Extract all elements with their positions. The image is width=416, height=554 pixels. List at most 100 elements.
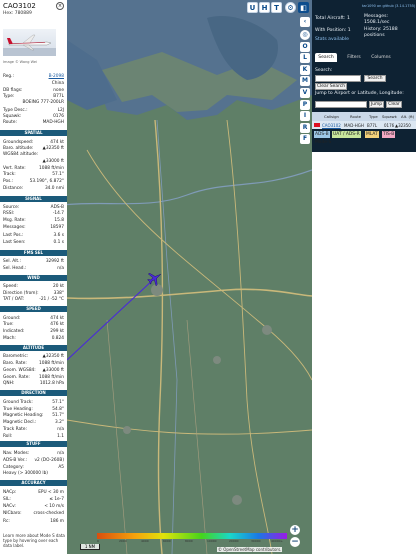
- aircraft-table-header: Callsign Route Type Squawk Alt. (ft): [312, 112, 416, 121]
- info-row: Sel. Head.: n/a: [3, 266, 64, 271]
- map-button-l[interactable]: L: [300, 53, 310, 63]
- map-button-h[interactable]: H: [259, 2, 270, 13]
- target-icon[interactable]: ◎: [300, 30, 310, 40]
- aircraft-photo[interactable]: [3, 29, 56, 56]
- column-header-callsign[interactable]: Callsign: [324, 114, 339, 119]
- source-pill-adsb: ADS-B: [314, 131, 330, 138]
- info-row: NACp: EPU < 30 m: [3, 490, 64, 495]
- layers-icon[interactable]: ◧: [298, 2, 309, 13]
- route-row: Route: MAD-HGH: [3, 120, 64, 125]
- jump-input[interactable]: [315, 101, 367, 108]
- clear-button[interactable]: Clear: [386, 101, 402, 108]
- map-button-v[interactable]: V: [300, 88, 310, 98]
- legend-label: 8000: [185, 539, 193, 543]
- legend-label: 10000: [207, 539, 217, 543]
- row-type: B77L: [367, 123, 378, 128]
- section-accuracy: ACCURACY: [0, 480, 67, 486]
- zoom-in-button[interactable]: +: [290, 525, 300, 535]
- reg-link[interactable]: B-2098: [49, 74, 64, 79]
- map-button-m[interactable]: M: [300, 76, 310, 86]
- map-button-t[interactable]: T: [271, 2, 282, 13]
- legend-label: 2000: [119, 539, 127, 543]
- source-pill-mlat: MLAT: [365, 131, 379, 138]
- map-button-o[interactable]: O: [300, 42, 310, 52]
- country-flag-icon: [314, 123, 320, 127]
- info-row: Rc: 186 m: [3, 519, 64, 524]
- info-row: WGS84 altitude:: [3, 152, 39, 157]
- map-button-k[interactable]: K: [300, 65, 310, 75]
- map-button-i[interactable]: I: [300, 111, 310, 121]
- column-header-type[interactable]: Type: [369, 114, 378, 119]
- search-input[interactable]: [315, 75, 361, 82]
- info-row: Last Seen: 0.1 s: [3, 240, 64, 245]
- info-row: Pos.: 53.190°, 6.872°: [3, 179, 64, 184]
- legend-label: 20000: [229, 539, 239, 543]
- info-row: Geom. WGS84: ▲33000 ft: [3, 368, 64, 373]
- map-canvas[interactable]: U H T ⚙ ◧ ‹ ◎ O L K M V P I R F + − 0 20…: [67, 0, 312, 554]
- column-header-route[interactable]: Route: [350, 114, 361, 119]
- search-button[interactable]: Search: [364, 75, 386, 82]
- section-stuff: STUFF: [0, 441, 67, 447]
- table-row[interactable]: CAO3102 MAD-HGH B77L 0176 ▲32350: [312, 121, 416, 129]
- legend-label: 6000: [163, 539, 171, 543]
- tab-search[interactable]: Search: [315, 53, 337, 62]
- info-row: RSSI: -14.7: [3, 211, 64, 216]
- info-row: NICbaro: cross-checked: [3, 511, 64, 516]
- info-row: Magnetic Heading: 51.7°: [3, 413, 64, 418]
- github-link[interactable]: tar1090 on github (3.14.1755): [362, 4, 415, 8]
- column-header-altitude[interactable]: Alt. (ft): [401, 114, 414, 119]
- jump-button[interactable]: Jump: [369, 101, 384, 108]
- total-aircraft: Total Aircraft: 1: [315, 16, 350, 21]
- aircraft-callsign: CAO3102: [3, 2, 36, 10]
- info-row: Mach: 0.824: [3, 336, 64, 341]
- info-row: NACv: < 10 m/s: [3, 504, 64, 509]
- chevron-left-icon[interactable]: ‹: [300, 17, 310, 27]
- legend-label: 30000: [251, 539, 261, 543]
- history-stat: History: 25188 positions: [364, 27, 398, 38]
- section-spatial: SPATIAL: [0, 130, 67, 136]
- row-callsign[interactable]: CAO3102: [322, 123, 341, 128]
- info-row: Sel. Alt.: 32992 ft: [3, 259, 64, 264]
- aircraft-hex: Hex: 780889: [3, 11, 32, 16]
- map-attribution[interactable]: © OpenStreetMap contributors.: [217, 547, 283, 552]
- search-label: Search:: [315, 68, 333, 73]
- close-icon[interactable]: ×: [56, 2, 64, 10]
- info-row: Ground Track: 57.1°: [3, 400, 64, 405]
- tab-columns[interactable]: Columns: [369, 53, 393, 62]
- source-pill-uat: UAT / ADS-R: [332, 131, 361, 138]
- map-button-u[interactable]: U: [247, 2, 258, 13]
- map-scale: 1 NM: [80, 544, 100, 550]
- info-row: Indicated: 299 kt: [3, 329, 64, 334]
- model-row: BOEING 777-200LR: [22, 100, 64, 105]
- info-row: SIL: ≤ 1e-7: [3, 497, 64, 502]
- photo-credit: Image © Wang Wei: [3, 60, 38, 64]
- info-row: Track: 57.1°: [3, 172, 64, 177]
- section-fms: FMS SEL: [0, 250, 67, 256]
- reg-row: Reg.: B-2098: [3, 74, 64, 79]
- settings-gear-icon[interactable]: ⚙: [285, 2, 296, 13]
- info-row: TAT / OAT: -21 / -52 °C: [3, 297, 64, 302]
- info-row: Messages: 18597: [3, 225, 64, 230]
- clear-search-button[interactable]: Clear Search: [315, 83, 347, 90]
- stats-available-link[interactable]: Stats available: [315, 37, 349, 42]
- help-note: Learn more about Mode S data type by hov…: [3, 533, 65, 548]
- section-direction: DIRECTION: [0, 390, 67, 396]
- info-row: Speed: 20 kt: [3, 284, 64, 289]
- aircraft-details-panel: CAO3102 Hex: 780889 × Image © Wang Wei R…: [0, 0, 67, 554]
- section-wind: WIND: [0, 275, 67, 281]
- map-button-p[interactable]: P: [300, 100, 310, 110]
- info-row: ▲33000 ft: [42, 159, 64, 164]
- country-row: China: [51, 81, 64, 86]
- row-route: MAD-HGH: [344, 123, 364, 128]
- jump-label: Jump to Airport or Latitude, Longitude:: [315, 91, 404, 96]
- row-altitude: ▲32350: [395, 123, 411, 128]
- map-button-r[interactable]: R: [300, 123, 310, 133]
- info-row: Distance: 34.0 nmi: [3, 186, 64, 191]
- tab-filters[interactable]: Filters: [343, 53, 365, 62]
- messages-stat: Messages: 1508.1/sec: [364, 14, 390, 25]
- zoom-out-button[interactable]: −: [290, 537, 300, 547]
- map-button-f[interactable]: F: [300, 134, 310, 144]
- info-row: Roll: 1.1: [3, 434, 64, 439]
- section-speed: SPEED: [0, 306, 67, 312]
- column-header-squawk[interactable]: Squawk: [382, 114, 397, 119]
